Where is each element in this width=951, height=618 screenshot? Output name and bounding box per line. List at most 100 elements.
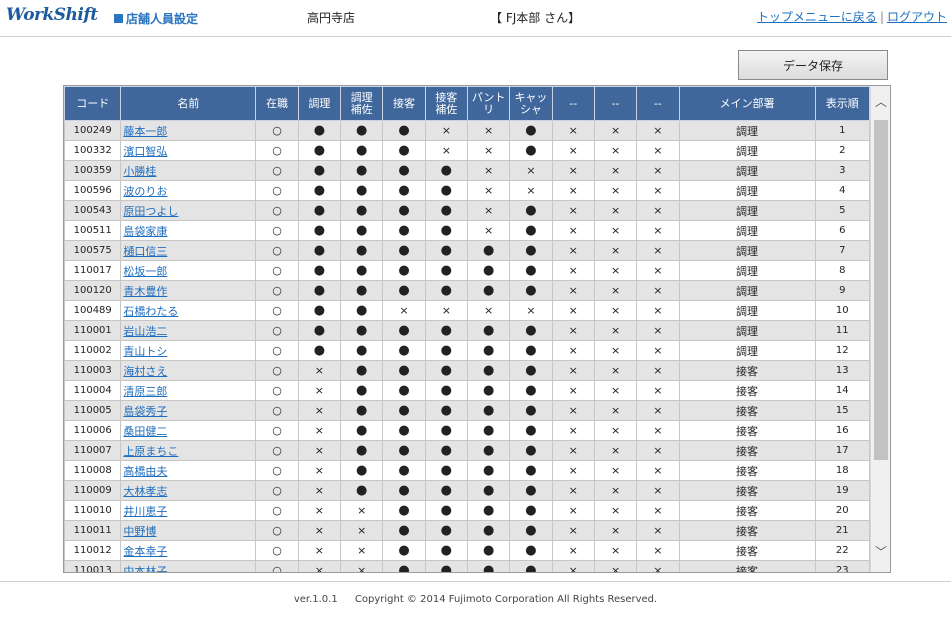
employee-name-link[interactable]: 島袋家康 [123, 225, 167, 238]
role-toggle-service[interactable]: × [382, 300, 426, 321]
role-toggle-pantry[interactable]: ● [466, 560, 511, 572]
role-toggle-service-assist[interactable]: ● [424, 560, 468, 572]
role-toggle-service-assist[interactable]: ● [424, 480, 468, 501]
role-toggle-blank-3[interactable]: × [636, 540, 680, 561]
role-toggle-cashier[interactable]: ● [509, 560, 553, 572]
role-toggle-blank-1[interactable]: × [551, 320, 595, 341]
role-toggle-blank-2[interactable]: × [593, 360, 638, 381]
role-toggle-active[interactable]: ○ [255, 520, 299, 541]
employee-name-link[interactable]: 井川恵子 [123, 505, 167, 518]
main-dept-select[interactable]: 接客 [678, 540, 816, 561]
role-toggle-blank-3[interactable]: × [636, 500, 680, 521]
role-toggle-cook[interactable]: ● [297, 340, 342, 361]
role-toggle-cook-assist[interactable]: × [340, 540, 384, 561]
display-order-cell[interactable]: 8 [814, 260, 871, 281]
role-toggle-cook-assist[interactable]: ● [340, 220, 384, 241]
role-toggle-cook-assist[interactable]: ● [340, 340, 384, 361]
main-dept-select[interactable]: 接客 [678, 380, 816, 401]
role-toggle-blank-1[interactable]: × [551, 300, 595, 321]
role-toggle-cashier[interactable]: ● [509, 340, 553, 361]
main-dept-select[interactable]: 接客 [678, 480, 816, 501]
role-toggle-cashier[interactable]: ● [509, 500, 553, 521]
role-toggle-blank-2[interactable]: × [593, 540, 638, 561]
employee-name-link[interactable]: 中本林子 [123, 565, 167, 573]
role-toggle-cook-assist[interactable]: ● [340, 260, 384, 281]
role-toggle-blank-2[interactable]: × [593, 320, 638, 341]
role-toggle-blank-2[interactable]: × [593, 200, 638, 221]
display-order-cell[interactable]: 1 [814, 120, 871, 141]
role-toggle-active[interactable]: ○ [255, 560, 299, 572]
role-toggle-cashier[interactable]: ● [509, 420, 553, 441]
role-toggle-active[interactable]: ○ [255, 400, 299, 421]
role-toggle-blank-2[interactable]: × [593, 440, 638, 461]
role-toggle-blank-3[interactable]: × [636, 300, 680, 321]
role-toggle-active[interactable]: ○ [255, 240, 299, 261]
role-toggle-cashier[interactable]: ● [509, 280, 553, 301]
role-toggle-active[interactable]: ○ [255, 460, 299, 481]
display-order-cell[interactable]: 18 [814, 460, 871, 481]
role-toggle-cook[interactable]: ● [297, 320, 342, 341]
role-toggle-cook-assist[interactable]: ● [340, 200, 384, 221]
role-toggle-cook[interactable]: ● [297, 260, 342, 281]
role-toggle-pantry[interactable]: ● [466, 240, 511, 261]
employee-name-link[interactable]: 桑田健二 [123, 425, 167, 438]
role-toggle-blank-3[interactable]: × [636, 240, 680, 261]
role-toggle-pantry[interactable]: ● [466, 500, 511, 521]
role-toggle-cashier[interactable]: ● [509, 520, 553, 541]
role-toggle-cook-assist[interactable]: ● [340, 400, 384, 421]
role-toggle-pantry[interactable]: ● [466, 480, 511, 501]
role-toggle-cashier[interactable]: ● [509, 380, 553, 401]
main-dept-select[interactable]: 接客 [678, 520, 816, 541]
role-toggle-cook[interactable]: × [297, 560, 342, 572]
employee-name-link[interactable]: 上原まちこ [123, 445, 178, 458]
role-toggle-cook[interactable]: ● [297, 180, 342, 201]
role-toggle-active[interactable]: ○ [255, 500, 299, 521]
employee-name-link[interactable]: 石橋わたる [123, 305, 178, 318]
role-toggle-active[interactable]: ○ [255, 540, 299, 561]
display-order-cell[interactable]: 10 [814, 300, 871, 321]
role-toggle-service[interactable]: ● [382, 340, 426, 361]
main-dept-select[interactable]: 調理 [678, 280, 816, 301]
role-toggle-service[interactable]: ● [382, 480, 426, 501]
role-toggle-blank-2[interactable]: × [593, 280, 638, 301]
role-toggle-active[interactable]: ○ [255, 220, 299, 241]
role-toggle-active[interactable]: ○ [255, 280, 299, 301]
scroll-thumb[interactable] [874, 120, 888, 460]
role-toggle-pantry[interactable]: ● [466, 460, 511, 481]
role-toggle-blank-1[interactable]: × [551, 140, 595, 161]
role-toggle-cashier[interactable]: ● [509, 240, 553, 261]
main-dept-select[interactable]: 接客 [678, 500, 816, 521]
role-toggle-cashier[interactable]: ● [509, 260, 553, 281]
role-toggle-service[interactable]: ● [382, 160, 426, 181]
role-toggle-service[interactable]: ● [382, 500, 426, 521]
employee-name-link[interactable]: 島袋秀子 [123, 405, 167, 418]
display-order-cell[interactable]: 12 [814, 340, 871, 361]
role-toggle-service[interactable]: ● [382, 200, 426, 221]
role-toggle-cashier[interactable]: ● [509, 440, 553, 461]
role-toggle-cook-assist[interactable]: ● [340, 420, 384, 441]
employee-name-link[interactable]: 樋口信三 [123, 245, 167, 258]
display-order-cell[interactable]: 6 [814, 220, 871, 241]
main-dept-select[interactable]: 調理 [678, 340, 816, 361]
role-toggle-active[interactable]: ○ [255, 380, 299, 401]
main-dept-select[interactable]: 調理 [678, 320, 816, 341]
role-toggle-service[interactable]: ● [382, 360, 426, 381]
role-toggle-service-assist[interactable]: ● [424, 380, 468, 401]
vertical-scrollbar[interactable]: ︿ ﹀ [870, 86, 890, 572]
main-dept-select[interactable]: 接客 [678, 400, 816, 421]
role-toggle-blank-3[interactable]: × [636, 480, 680, 501]
role-toggle-blank-1[interactable]: × [551, 440, 595, 461]
role-toggle-service-assist[interactable]: ● [424, 360, 468, 381]
role-toggle-pantry[interactable]: × [466, 300, 511, 321]
main-dept-select[interactable]: 調理 [678, 140, 816, 161]
role-toggle-blank-1[interactable]: × [551, 560, 595, 572]
role-toggle-blank-1[interactable]: × [551, 220, 595, 241]
role-toggle-service-assist[interactable]: × [424, 120, 468, 141]
main-dept-select[interactable]: 調理 [678, 300, 816, 321]
role-toggle-service-assist[interactable]: ● [424, 200, 468, 221]
role-toggle-blank-1[interactable]: × [551, 340, 595, 361]
role-toggle-blank-1[interactable]: × [551, 500, 595, 521]
role-toggle-service-assist[interactable]: ● [424, 260, 468, 281]
main-dept-select[interactable]: 調理 [678, 200, 816, 221]
role-toggle-blank-1[interactable]: × [551, 420, 595, 441]
